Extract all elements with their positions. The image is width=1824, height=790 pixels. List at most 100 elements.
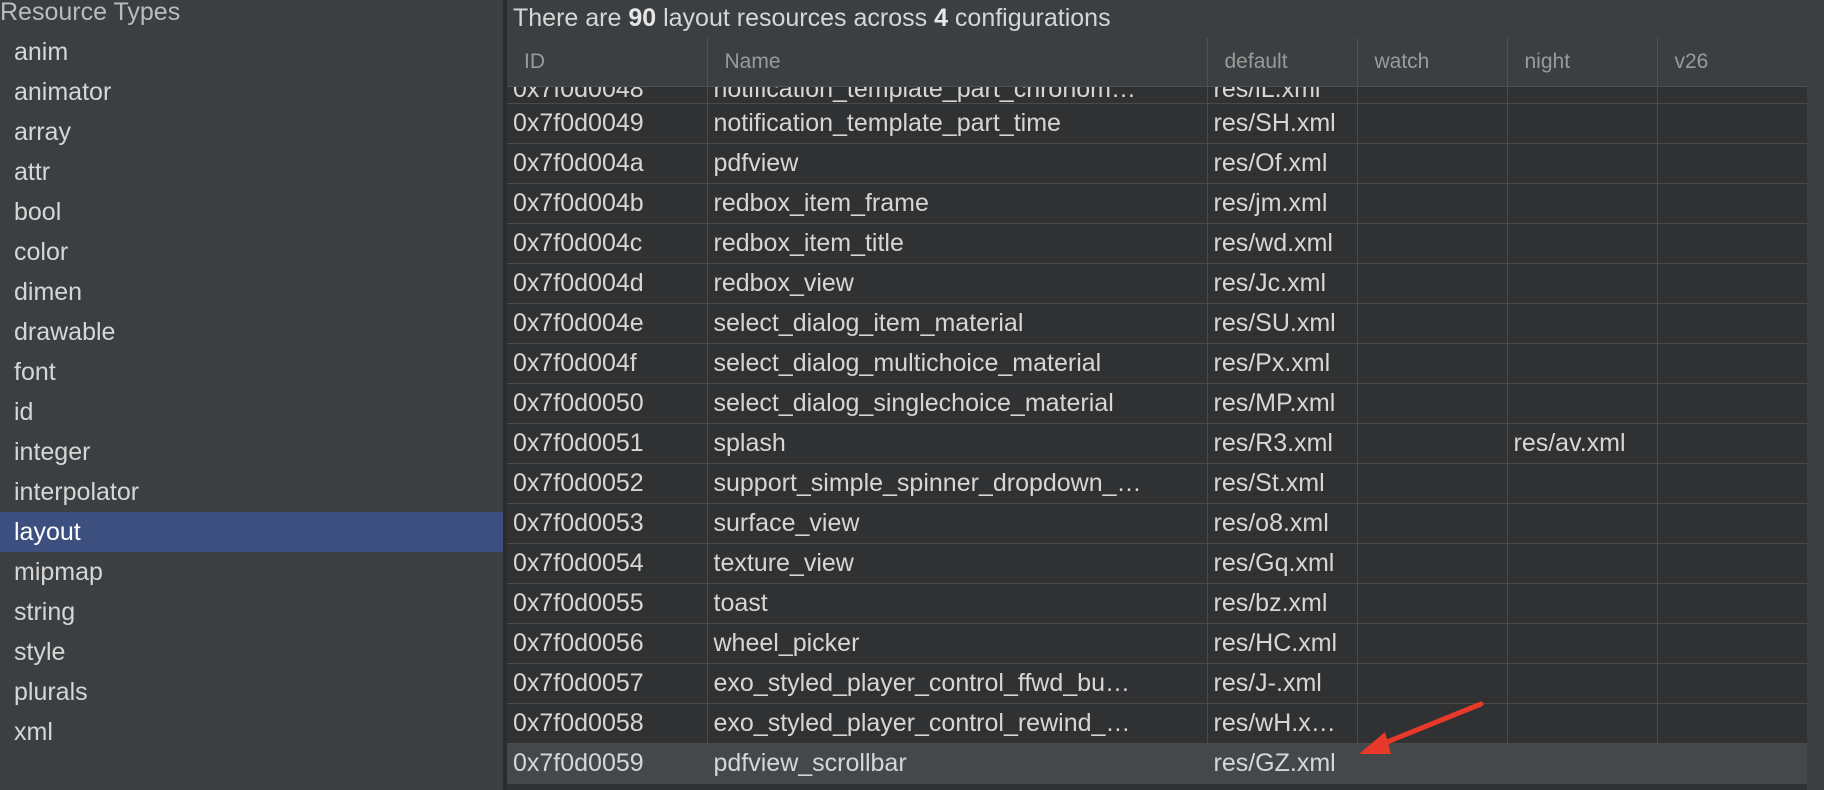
cell-name: exo_styled_player_control_rewind_… (707, 703, 1208, 744)
cell-name: exo_styled_player_control_ffwd_bu… (707, 663, 1208, 704)
table-row[interactable]: 0x7f0d0051 splash res/R3.xml res/av.xml (507, 423, 1807, 464)
table-row[interactable]: 0x7f0d0059 pdfview_scrollbar res/GZ.xml (507, 743, 1807, 784)
cell-empty (1507, 86, 1658, 104)
table-row-partial[interactable]: 0x7f0d0048 notification_template_part_chr… (507, 86, 1807, 104)
cell-name: support_simple_spinner_dropdown_… (707, 463, 1208, 504)
cell-name: notification_template_part_chronom… (707, 86, 1208, 104)
cell-night (1507, 103, 1658, 144)
table-row[interactable]: 0x7f0d004a pdfview res/Of.xml (507, 143, 1807, 184)
cell-id: 0x7f0d0059 (507, 743, 708, 784)
table-row[interactable]: 0x7f0d004b redbox_item_frame res/jm.xml (507, 183, 1807, 224)
cell-id-text: 0x7f0d0048 (513, 87, 644, 103)
resource-types-title: Resource Types (0, 0, 181, 26)
cell-name: texture_view (707, 543, 1208, 584)
cell-watch (1357, 623, 1508, 664)
cell-id: 0x7f0d0048 (507, 86, 708, 104)
resource-type-font[interactable]: font (0, 352, 503, 392)
resource-type-style[interactable]: style (0, 632, 503, 672)
cell-night (1507, 383, 1658, 424)
table-row[interactable]: 0x7f0d0058 exo_styled_player_control_rewi… (507, 703, 1807, 744)
cell-v26 (1657, 103, 1807, 144)
table-row[interactable]: 0x7f0d004f select_dialog_multichoice_mate… (507, 343, 1807, 384)
resource-type-xml[interactable]: xml (0, 712, 503, 752)
table-row[interactable]: 0x7f0d0055 toast res/bz.xml (507, 583, 1807, 624)
resource-type-integer[interactable]: integer (0, 432, 503, 472)
cell-watch (1357, 423, 1508, 464)
summary-configs: 4 (934, 4, 948, 32)
resource-type-id[interactable]: id (0, 392, 503, 432)
resource-explorer: Resource Types anim animator array attr bool… (0, 0, 1824, 790)
cell-night (1507, 263, 1658, 304)
resource-table: ID Name default watch night v26 0x7f0d0048 not… (507, 38, 1807, 784)
table-row[interactable]: 0x7f0d0050 select_dialog_singlechoice_mat… (507, 383, 1807, 424)
cell-v26 (1657, 623, 1807, 664)
resource-type-mipmap[interactable]: mipmap (0, 552, 503, 592)
cell-night (1507, 743, 1658, 784)
column-header-v26[interactable]: v26 (1657, 38, 1807, 87)
cell-id: 0x7f0d0057 (507, 663, 708, 704)
resource-types-panel: Resource Types anim animator array attr bool… (0, 0, 503, 790)
cell-v26 (1657, 703, 1807, 744)
table-row[interactable]: 0x7f0d0049 notification_template_part_tim… (507, 103, 1807, 144)
table-body: 0x7f0d0048 notification_template_part_chr… (507, 86, 1807, 784)
cell-v26 (1657, 543, 1807, 584)
cell-watch (1357, 183, 1508, 224)
cell-name: toast (707, 583, 1208, 624)
table-row[interactable]: 0x7f0d0053 surface_view res/o8.xml (507, 503, 1807, 544)
resource-type-layout[interactable]: layout (0, 512, 503, 552)
cell-night (1507, 143, 1658, 184)
table-row[interactable]: 0x7f0d004c redbox_item_title res/wd.xml (507, 223, 1807, 264)
cell-default: res/R3.xml (1207, 423, 1358, 464)
table-row[interactable]: 0x7f0d0057 exo_styled_player_control_ffwd… (507, 663, 1807, 704)
cell-id: 0x7f0d004b (507, 183, 708, 224)
column-header-name[interactable]: Name (707, 38, 1208, 87)
resource-table-scroll[interactable]: ID Name default watch night v26 0x7f0d0048 not… (507, 38, 1807, 790)
cell-default: res/jm.xml (1207, 183, 1358, 224)
cell-night (1507, 623, 1658, 664)
resource-type-color[interactable]: color (0, 232, 503, 272)
cell-v26 (1657, 303, 1807, 344)
cell-v26 (1657, 743, 1807, 784)
cell-watch (1357, 143, 1508, 184)
summary-middle: layout resources across (656, 4, 935, 32)
cell-id: 0x7f0d0058 (507, 703, 708, 744)
resource-type-plurals[interactable]: plurals (0, 672, 503, 712)
resource-type-bool[interactable]: bool (0, 192, 503, 232)
summary-suffix: configurations (947, 4, 1111, 32)
resource-type-interpolator[interactable]: interpolator (0, 472, 503, 512)
cell-v26 (1657, 263, 1807, 304)
column-header-id[interactable]: ID (507, 38, 708, 87)
resource-type-array[interactable]: array (0, 112, 503, 152)
cell-name: splash (707, 423, 1208, 464)
cell-default: res/MP.xml (1207, 383, 1358, 424)
column-header-default[interactable]: default (1207, 38, 1358, 87)
cell-night (1507, 463, 1658, 504)
cell-default: res/Of.xml (1207, 143, 1358, 184)
resource-type-attr[interactable]: attr (0, 152, 503, 192)
cell-watch (1357, 343, 1508, 384)
cell-night (1507, 183, 1658, 224)
table-row[interactable]: 0x7f0d004d redbox_view res/Jc.xml (507, 263, 1807, 304)
table-row[interactable]: 0x7f0d004e select_dialog_item_material res… (507, 303, 1807, 344)
cell-name: redbox_item_title (707, 223, 1208, 264)
table-row[interactable]: 0x7f0d0054 texture_view res/Gq.xml (507, 543, 1807, 584)
cell-id: 0x7f0d0051 (507, 423, 708, 464)
resource-type-anim[interactable]: anim (0, 32, 503, 72)
resource-type-string[interactable]: string (0, 592, 503, 632)
column-header-night[interactable]: night (1507, 38, 1658, 87)
resource-type-animator[interactable]: animator (0, 72, 503, 112)
cell-name-text: notification_template_part_chronom… (713, 87, 1136, 103)
column-header-watch[interactable]: watch (1357, 38, 1508, 87)
cell-id: 0x7f0d0052 (507, 463, 708, 504)
cell-watch (1357, 743, 1508, 784)
cell-default: res/Gq.xml (1207, 543, 1358, 584)
cell-v26 (1657, 343, 1807, 384)
cell-v26 (1657, 463, 1807, 504)
resource-type-list: anim animator array attr bool color dimen drawa… (0, 32, 503, 752)
resource-type-dimen[interactable]: dimen (0, 272, 503, 312)
table-row[interactable]: 0x7f0d0056 wheel_picker res/HC.xml (507, 623, 1807, 664)
cell-name: notification_template_part_time (707, 103, 1208, 144)
resource-type-drawable[interactable]: drawable (0, 312, 503, 352)
cell-v26 (1657, 143, 1807, 184)
table-row[interactable]: 0x7f0d0052 support_simple_spinner_dropdow… (507, 463, 1807, 504)
